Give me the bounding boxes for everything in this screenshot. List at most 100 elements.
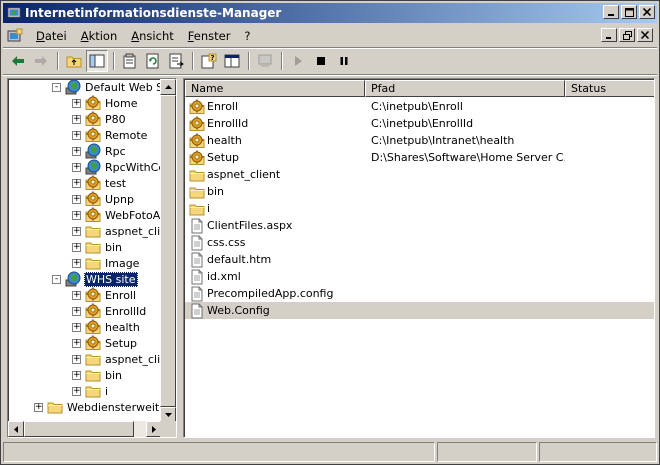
list-item-path bbox=[371, 166, 565, 183]
expand-icon[interactable]: + bbox=[72, 354, 81, 364]
list-item[interactable]: health C:\Inetpub\Intranet\health bbox=[185, 132, 654, 149]
start-button[interactable] bbox=[287, 50, 309, 72]
expand-icon[interactable]: + bbox=[72, 322, 81, 332]
list-item[interactable]: bin bbox=[185, 183, 654, 200]
collapse-icon[interactable]: - bbox=[52, 82, 61, 92]
pause-button[interactable] bbox=[333, 50, 355, 72]
expand-icon[interactable]: + bbox=[72, 162, 81, 172]
expand-icon[interactable]: + bbox=[72, 370, 81, 380]
tree-node[interactable]: + i bbox=[72, 383, 109, 399]
scroll-up-button[interactable] bbox=[160, 79, 176, 95]
expand-icon[interactable]: + bbox=[72, 146, 81, 156]
list-item[interactable]: id.xml bbox=[185, 268, 654, 285]
tree-horizontal-scrollbar[interactable] bbox=[8, 421, 162, 437]
mdi-restore-button[interactable] bbox=[619, 28, 635, 42]
back-button[interactable] bbox=[7, 50, 29, 72]
expand-icon[interactable]: + bbox=[34, 402, 43, 412]
expand-icon[interactable]: + bbox=[72, 114, 81, 124]
scroll-thumb[interactable] bbox=[160, 95, 176, 407]
tree-node[interactable]: + Image bbox=[72, 255, 140, 271]
properties-button[interactable] bbox=[119, 50, 141, 72]
expand-icon[interactable]: + bbox=[72, 242, 81, 252]
list-item[interactable]: default.htm bbox=[185, 251, 654, 268]
column-header-path[interactable]: Pfad bbox=[365, 80, 565, 97]
menu-ansicht[interactable]: Ansicht bbox=[124, 26, 180, 46]
expand-icon[interactable]: + bbox=[72, 258, 81, 268]
gear-folder-icon bbox=[85, 127, 101, 143]
window-title: Internetinformationsdienste-Manager bbox=[25, 6, 282, 20]
tree-node[interactable]: + Enroll bbox=[72, 287, 137, 303]
tree-node[interactable]: + RpcWithCer bbox=[72, 159, 162, 175]
tree-node-label: bin bbox=[105, 240, 123, 254]
up-folder-button[interactable] bbox=[63, 50, 85, 72]
menu-datei[interactable]: Datei bbox=[29, 26, 74, 46]
help-button[interactable]: ? bbox=[198, 50, 220, 72]
computer-icon bbox=[258, 54, 272, 67]
list-item[interactable]: css.css bbox=[185, 234, 654, 251]
tree-node[interactable]: - WHS site bbox=[52, 271, 138, 287]
tree-node[interactable]: + EnrollId bbox=[72, 303, 147, 319]
forward-button[interactable] bbox=[30, 50, 52, 72]
scroll-left-button[interactable] bbox=[8, 421, 24, 437]
list-item-status bbox=[571, 234, 654, 251]
expand-icon[interactable]: + bbox=[72, 130, 81, 140]
mdi-close-button[interactable] bbox=[637, 28, 653, 42]
view-button[interactable] bbox=[221, 50, 243, 72]
tree-node[interactable]: + Upnp bbox=[72, 191, 135, 207]
mdi-minimize-button[interactable] bbox=[601, 28, 617, 42]
list-item[interactable]: Setup D:\Shares\Software\Home Server C... bbox=[185, 149, 654, 166]
tree-node[interactable]: + test bbox=[72, 175, 127, 191]
document-icon[interactable] bbox=[7, 28, 23, 44]
column-header-name[interactable]: Name bbox=[185, 80, 365, 97]
expand-icon[interactable]: + bbox=[72, 306, 81, 316]
tree-node[interactable]: + Rpc bbox=[72, 143, 127, 159]
maximize-icon bbox=[624, 7, 634, 17]
tree-node[interactable]: + Remote bbox=[72, 127, 148, 143]
tree-node[interactable]: + health bbox=[72, 319, 141, 335]
stop-button[interactable] bbox=[310, 50, 332, 72]
minimize-button[interactable] bbox=[603, 5, 619, 19]
list-item[interactable]: Enroll C:\inetpub\Enroll bbox=[185, 98, 654, 115]
list-item-name: health bbox=[207, 134, 242, 147]
scroll-thumb[interactable] bbox=[24, 421, 134, 437]
list-item[interactable]: i bbox=[185, 200, 654, 217]
list-item[interactable]: ClientFiles.aspx bbox=[185, 217, 654, 234]
tree-node[interactable]: + aspnet_clie bbox=[72, 351, 162, 367]
expand-icon[interactable]: + bbox=[72, 338, 81, 348]
tree-node[interactable]: + WebFotoAll bbox=[72, 207, 162, 223]
menu-aktion[interactable]: Aktion bbox=[74, 26, 125, 46]
column-header-status[interactable]: Status bbox=[565, 80, 654, 97]
tree-node[interactable]: + Home bbox=[72, 95, 138, 111]
show-tree-button[interactable] bbox=[86, 50, 108, 72]
tree-node[interactable]: + P80 bbox=[72, 111, 127, 127]
tree-node[interactable]: - Default Web Sit bbox=[52, 79, 162, 95]
export-list-button[interactable] bbox=[165, 50, 187, 72]
expand-icon[interactable]: + bbox=[72, 178, 81, 188]
tree-node[interactable]: + Webdiensterweiter bbox=[34, 399, 162, 415]
maximize-button[interactable] bbox=[621, 5, 637, 19]
expand-icon[interactable]: + bbox=[72, 386, 81, 396]
list-item-name: EnrollId bbox=[207, 117, 249, 130]
expand-icon[interactable]: + bbox=[72, 226, 81, 236]
list-item[interactable]: EnrollId C:\inetpub\EnrollId bbox=[185, 115, 654, 132]
list-item[interactable]: PrecompiledApp.config bbox=[185, 285, 654, 302]
close-button[interactable] bbox=[639, 5, 655, 19]
menu-help[interactable]: ? bbox=[237, 26, 257, 46]
expand-icon[interactable]: + bbox=[72, 98, 81, 108]
menu-fenster[interactable]: Fenster bbox=[181, 26, 238, 46]
expand-icon[interactable]: + bbox=[72, 194, 81, 204]
tree-node[interactable]: + bin bbox=[72, 367, 123, 383]
tree-node[interactable]: + Setup bbox=[72, 335, 138, 351]
expand-icon[interactable]: + bbox=[72, 290, 81, 300]
title-bar[interactable]: Internetinformationsdienste-Manager bbox=[3, 3, 657, 23]
expand-icon[interactable]: + bbox=[72, 210, 81, 220]
refresh-button[interactable] bbox=[142, 50, 164, 72]
tree-node[interactable]: + aspnet_clie bbox=[72, 223, 162, 239]
tree-node[interactable]: + bin bbox=[72, 239, 123, 255]
tree-node-label: EnrollId bbox=[105, 304, 147, 318]
tree-vertical-scrollbar[interactable] bbox=[160, 79, 176, 423]
list-item[interactable]: Web.Config bbox=[185, 302, 654, 319]
list-item[interactable]: aspnet_client bbox=[185, 166, 654, 183]
computer-button[interactable] bbox=[254, 50, 276, 72]
collapse-icon[interactable]: - bbox=[52, 274, 61, 284]
